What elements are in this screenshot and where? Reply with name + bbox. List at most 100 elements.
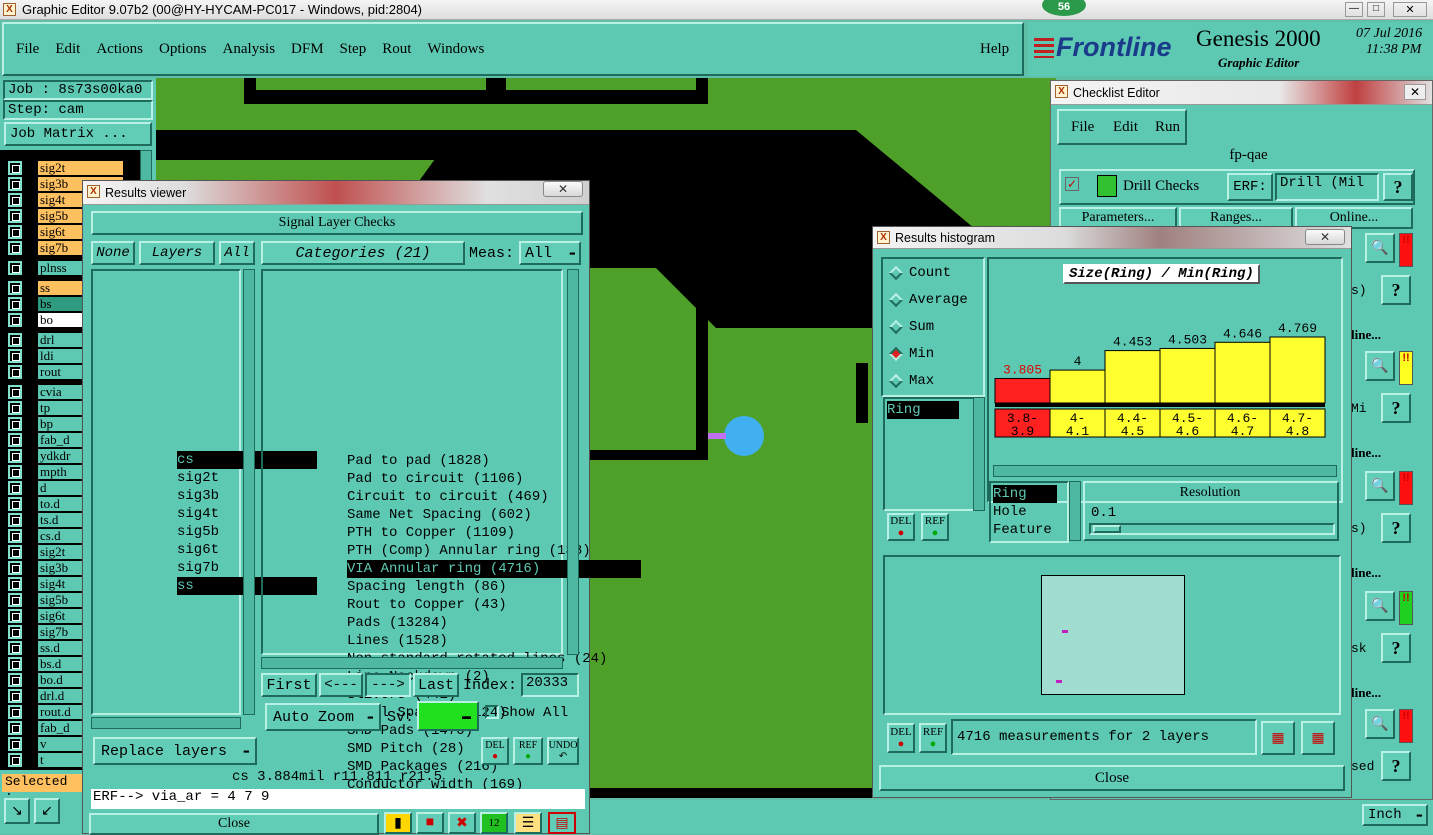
histogram-bar[interactable]: [1104, 350, 1161, 404]
tool-button-2[interactable]: ↙: [34, 798, 60, 824]
meas-dropdown[interactable]: All ▬: [519, 241, 581, 265]
zoom-icon[interactable]: 🔍: [1365, 591, 1395, 621]
layer-checkbox[interactable]: [8, 417, 22, 431]
layer-checkbox[interactable]: [8, 481, 22, 495]
maximize-button[interactable]: □: [1367, 2, 1385, 17]
tool-button-1[interactable]: ↘: [4, 798, 30, 824]
layer-checkbox[interactable]: [8, 161, 22, 175]
categories-button[interactable]: Categories (21): [261, 241, 465, 265]
ref-button[interactable]: REF ●: [513, 737, 543, 765]
zoom-icon[interactable]: 🔍: [1365, 471, 1395, 501]
unit-dropdown[interactable]: Inch ▬: [1362, 804, 1428, 826]
category-vscroll[interactable]: [567, 269, 579, 655]
replace-layers-dropdown[interactable]: Replace layers ▬: [93, 737, 257, 765]
results-viewer-close-button[interactable]: Close: [89, 813, 379, 835]
zoom-icon[interactable]: 🔍: [1365, 233, 1395, 263]
notification-badge[interactable]: 56: [1042, 0, 1086, 16]
layer-checkbox[interactable]: [8, 513, 22, 527]
category-item[interactable]: Circuit to circuit (469): [347, 488, 549, 506]
menu-dfm[interactable]: DFM: [291, 41, 324, 58]
layer-checkbox[interactable]: [8, 609, 22, 623]
measure-type-ring[interactable]: Ring: [993, 485, 1057, 503]
menu-step[interactable]: Step: [340, 41, 367, 58]
category-item[interactable]: PTH (Comp) Annular ring (138): [347, 542, 591, 560]
menu-rout[interactable]: Rout: [382, 41, 411, 58]
toolbar-icon-3[interactable]: ✖: [448, 812, 476, 834]
category-item[interactable]: Pads (13284): [347, 614, 448, 632]
none-button[interactable]: None: [91, 241, 135, 265]
toolbar-icon-5[interactable]: ☰: [514, 812, 542, 834]
checklist-menu-file[interactable]: File: [1071, 119, 1094, 136]
sv-color-dropdown[interactable]: ▬: [417, 701, 479, 731]
menu-options[interactable]: Options: [159, 41, 207, 58]
help-button[interactable]: ?: [1383, 173, 1413, 201]
layer-checkbox[interactable]: [8, 177, 22, 191]
resolution-slider[interactable]: [1089, 523, 1335, 535]
mode-max[interactable]: Max: [888, 373, 934, 389]
measure-type-scrollbar[interactable]: [1069, 481, 1081, 541]
layer-checkbox[interactable]: [8, 497, 22, 511]
category-item[interactable]: Pad to circuit (1106): [347, 470, 523, 488]
layer-row[interactable]: sig2t: [8, 160, 123, 176]
layer-checkbox[interactable]: [8, 433, 22, 447]
layer-checkbox[interactable]: [8, 737, 22, 751]
layer-checkbox[interactable]: [8, 225, 22, 239]
layer-checkbox[interactable]: [8, 641, 22, 655]
layer-checkbox[interactable]: [8, 673, 22, 687]
menu-file[interactable]: File: [16, 41, 39, 58]
measure-item-ring[interactable]: Ring: [887, 401, 959, 419]
del-button[interactable]: DEL ●: [481, 737, 509, 765]
menu-actions[interactable]: Actions: [96, 41, 143, 58]
mode-sum[interactable]: Sum: [888, 319, 934, 335]
histogram-close-x[interactable]: ✕: [1305, 229, 1345, 245]
layer-checkbox[interactable]: [8, 385, 22, 399]
category-item[interactable]: Pad to pad (1828): [347, 452, 490, 470]
layer-checkbox[interactable]: [8, 313, 22, 327]
online-partial[interactable]: line...: [1351, 565, 1381, 581]
menu-windows[interactable]: Windows: [427, 41, 484, 58]
menu-help[interactable]: Help: [980, 41, 1009, 58]
layer-checkbox[interactable]: [8, 349, 22, 363]
online-partial[interactable]: line...: [1351, 445, 1381, 461]
toolbar-icon-2[interactable]: ■: [416, 812, 444, 834]
layer-checkbox[interactable]: [8, 545, 22, 559]
mode-min[interactable]: Min: [888, 346, 934, 362]
histogram-export-button-2[interactable]: ▦: [1301, 721, 1335, 755]
checklist-close-button[interactable]: ✕: [1404, 84, 1426, 100]
category-item[interactable]: PTH to Copper (1109): [347, 524, 515, 542]
index-field[interactable]: 20333: [521, 673, 579, 697]
first-button[interactable]: First: [261, 673, 317, 697]
category-item[interactable]: SMD Pitch (28): [347, 740, 465, 758]
layer-checkbox[interactable]: [8, 465, 22, 479]
histogram-hscrollbar[interactable]: [993, 465, 1337, 477]
zoom-icon[interactable]: 🔍: [1365, 709, 1395, 739]
histogram-bar[interactable]: [1214, 341, 1271, 404]
layer-checkbox[interactable]: [8, 561, 22, 575]
histogram-bar[interactable]: [994, 377, 1051, 404]
category-item[interactable]: Spacing length (86): [347, 578, 507, 596]
layer-checkbox[interactable]: [8, 657, 22, 671]
auto-zoom-dropdown[interactable]: Auto Zoom ▬: [265, 703, 381, 731]
layer-checkbox[interactable]: [8, 577, 22, 591]
category-item[interactable]: Lines (1528): [347, 632, 448, 650]
last-button[interactable]: Last: [413, 673, 459, 697]
toolbar-icon-1[interactable]: ▮: [384, 812, 412, 834]
layer-select-hscroll[interactable]: [91, 717, 241, 729]
layer-checkbox[interactable]: [8, 689, 22, 703]
measure-type-hole[interactable]: Hole: [993, 503, 1027, 521]
histogram-export-button-1[interactable]: ▦: [1261, 721, 1295, 755]
help-button[interactable]: ?: [1381, 751, 1411, 781]
layer-checkbox[interactable]: [8, 333, 22, 347]
layer-checkbox[interactable]: [8, 721, 22, 735]
undo-button[interactable]: UNDO ↶: [547, 737, 579, 765]
close-window-button[interactable]: ✕: [1393, 2, 1427, 17]
layer-checkbox[interactable]: [8, 449, 22, 463]
online-partial[interactable]: line...: [1351, 685, 1381, 701]
help-button[interactable]: ?: [1381, 393, 1411, 423]
hist-del-button[interactable]: DEL ●: [887, 513, 915, 541]
checklist-menu-edit[interactable]: Edit: [1113, 119, 1138, 136]
layer-checkbox[interactable]: [8, 193, 22, 207]
preview-box[interactable]: [1041, 575, 1185, 695]
layer-checkbox[interactable]: [8, 593, 22, 607]
hist-ref-button[interactable]: REF ●: [921, 513, 949, 541]
